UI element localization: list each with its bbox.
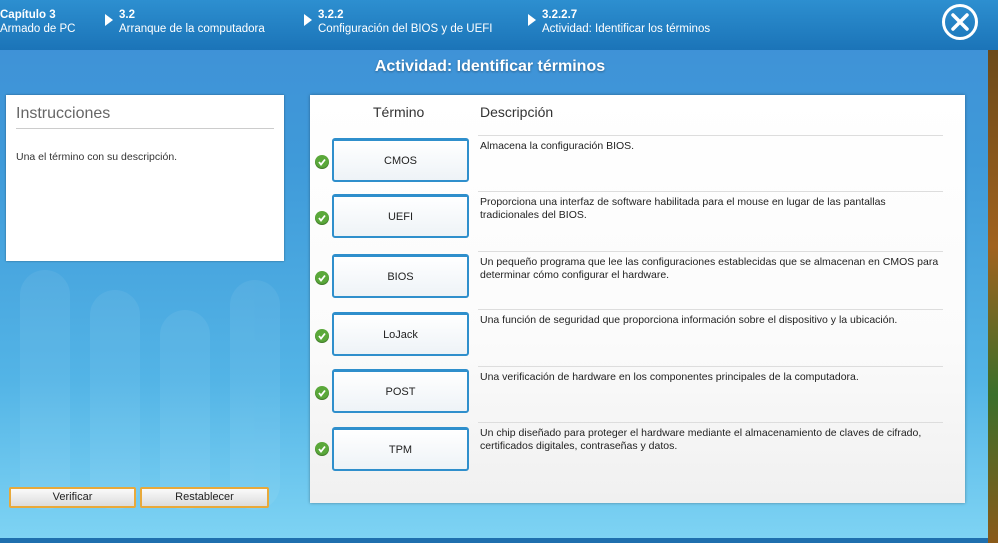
verify-button[interactable]: Verificar bbox=[9, 487, 136, 508]
top-navigation-bar: Capítulo 3 Armado de PC 3.2 Arranque de … bbox=[0, 0, 998, 50]
breadcrumb-number: 3.2.2 bbox=[318, 9, 344, 21]
background-edge bbox=[988, 50, 998, 543]
matching-panel: Término Descripción CMOS Almacena la con… bbox=[310, 95, 965, 503]
check-icon bbox=[315, 386, 329, 400]
instructions-text: Una el término con su descripción. bbox=[16, 151, 178, 163]
term-description: Proporciona una interfaz de software hab… bbox=[480, 196, 886, 221]
term-description: Una verificación de hardware en los comp… bbox=[480, 371, 859, 383]
term-card-lojack[interactable]: LoJack bbox=[332, 312, 469, 356]
breadcrumb-label: Configuración del BIOS y de UEFI bbox=[318, 23, 493, 35]
check-icon bbox=[315, 155, 329, 169]
term-card-tpm[interactable]: TPM bbox=[332, 427, 469, 471]
match-row: TPM Un chip diseñado para proteger el ha… bbox=[310, 422, 965, 480]
instructions-heading: Instrucciones bbox=[16, 105, 111, 122]
triangle-right-icon bbox=[304, 14, 312, 26]
match-row: BIOS Un pequeño programa que lee las con… bbox=[310, 251, 965, 309]
check-icon bbox=[315, 211, 329, 225]
page-title: Actividad: Identificar términos bbox=[374, 58, 606, 75]
breadcrumb-number: 3.2.2.7 bbox=[542, 9, 578, 21]
term-description: Almacena la configuración BIOS. bbox=[480, 140, 635, 152]
triangle-right-icon bbox=[528, 14, 536, 26]
match-row: UEFI Proporciona una interfaz de softwar… bbox=[310, 191, 965, 249]
term-card-uefi[interactable]: UEFI bbox=[332, 194, 469, 238]
instructions-panel: Instrucciones Una el término con su desc… bbox=[6, 95, 284, 261]
breadcrumb-label: Actividad: Identificar los términos bbox=[542, 23, 711, 35]
reset-button[interactable]: Restablecer bbox=[140, 487, 269, 508]
bottom-bar bbox=[0, 538, 988, 543]
term-card-post[interactable]: POST bbox=[332, 369, 469, 413]
divider bbox=[478, 309, 943, 310]
divider bbox=[16, 128, 274, 129]
breadcrumb-subsection[interactable]: 3.2.2 Configuración del BIOS y de UEFI bbox=[304, 8, 493, 36]
term-card-bios[interactable]: BIOS bbox=[332, 254, 469, 298]
match-row: POST Una verificación de hardware en los… bbox=[310, 366, 965, 424]
check-icon bbox=[315, 329, 329, 343]
divider bbox=[478, 135, 943, 136]
divider bbox=[478, 422, 943, 423]
breadcrumb-number: 3.2 bbox=[119, 9, 135, 21]
term-description: Un pequeño programa que lee las configur… bbox=[480, 256, 939, 281]
breadcrumb-label: Armado de PC bbox=[0, 23, 76, 35]
breadcrumb-label: Arranque de la computadora bbox=[119, 23, 265, 35]
divider bbox=[478, 251, 943, 252]
term-column-header: Término bbox=[373, 104, 425, 120]
check-icon bbox=[315, 442, 329, 456]
match-row: CMOS Almacena la configuración BIOS. bbox=[310, 135, 965, 193]
divider bbox=[478, 366, 943, 367]
description-column-header: Descripción bbox=[480, 104, 554, 120]
term-card-cmos[interactable]: CMOS bbox=[332, 138, 469, 182]
check-icon bbox=[315, 271, 329, 285]
breadcrumb-number: Capítulo 3 bbox=[0, 9, 56, 21]
close-icon bbox=[951, 13, 969, 31]
close-button[interactable] bbox=[942, 4, 978, 40]
term-description: Un chip diseñado para proteger el hardwa… bbox=[480, 427, 922, 452]
breadcrumb-section[interactable]: 3.2 Arranque de la computadora bbox=[105, 8, 265, 36]
divider bbox=[478, 191, 943, 192]
match-row: LoJack Una función de seguridad que prop… bbox=[310, 309, 965, 367]
triangle-right-icon bbox=[105, 14, 113, 26]
term-description: Una función de seguridad que proporciona… bbox=[480, 314, 898, 326]
breadcrumb-chapter[interactable]: Capítulo 3 Armado de PC bbox=[0, 8, 75, 36]
breadcrumb-activity[interactable]: 3.2.2.7 Actividad: Identificar los térmi… bbox=[528, 8, 711, 36]
